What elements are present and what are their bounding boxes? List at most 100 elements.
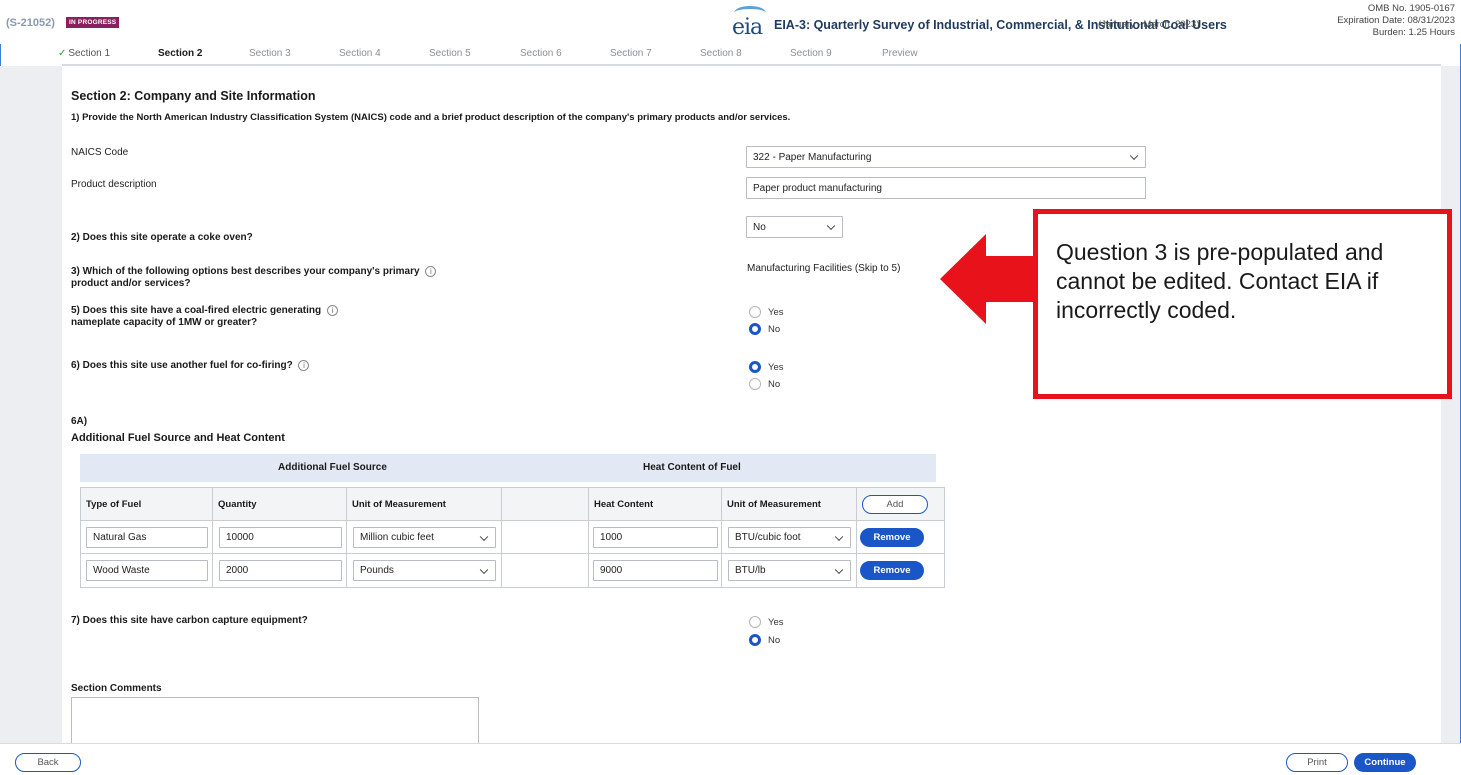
heat-unit-value: BTU/lb bbox=[735, 565, 766, 576]
question-1: 1) Provide the North American Industry C… bbox=[71, 112, 791, 123]
chevron-down-icon bbox=[826, 221, 836, 231]
info-icon[interactable]: i bbox=[326, 305, 338, 316]
radio-selected-icon bbox=[749, 361, 761, 373]
cell-quantity: 10000 bbox=[213, 521, 347, 554]
heat-content-input[interactable]: 1000 bbox=[593, 527, 718, 548]
section-comments-textarea[interactable] bbox=[71, 697, 479, 743]
question-6a-title: Additional Fuel Source and Heat Content bbox=[71, 432, 285, 444]
tab-section-4[interactable]: Section 4 bbox=[339, 48, 381, 59]
add-button[interactable]: Add bbox=[862, 495, 928, 514]
unit-value: Pounds bbox=[360, 565, 394, 576]
chevron-down-icon bbox=[1129, 151, 1139, 161]
cell-fuel: Natural Gas bbox=[81, 521, 213, 554]
remove-button[interactable]: Remove bbox=[860, 561, 924, 580]
heat-content-input[interactable]: 9000 bbox=[593, 560, 718, 581]
cell-quantity: 2000 bbox=[213, 554, 347, 587]
section-comments-label: Section Comments bbox=[71, 683, 162, 694]
table-header-row: Type of Fuel Quantity Unit of Measuremen… bbox=[81, 488, 944, 521]
eia-logo: eia bbox=[730, 6, 768, 42]
group-additional-fuel-source: Additional Fuel Source bbox=[278, 462, 387, 473]
question-3-value: Manufacturing Facilities (Skip to 5) bbox=[747, 263, 901, 274]
col-actions: Add bbox=[857, 488, 944, 521]
tab-section-2[interactable]: Section 2 bbox=[158, 48, 202, 59]
table-row: Wood Waste 2000 Pounds 9000 BTU/lb Remov… bbox=[81, 554, 944, 587]
section-title: Section 2: Company and Site Information bbox=[71, 89, 316, 103]
cell-empty bbox=[502, 521, 589, 554]
fuel-table: Type of Fuel Quantity Unit of Measuremen… bbox=[80, 487, 945, 588]
radio-icon bbox=[749, 306, 761, 318]
tab-section-5[interactable]: Section 5 bbox=[429, 48, 471, 59]
cell-heat: 9000 bbox=[589, 554, 722, 587]
cell-heat-unit: BTU/cubic foot bbox=[722, 521, 857, 554]
callout-arrow-icon bbox=[940, 234, 1036, 324]
q7-no-option[interactable]: No bbox=[749, 634, 780, 646]
col-quantity: Quantity bbox=[213, 488, 347, 521]
radio-selected-icon bbox=[749, 323, 761, 335]
group-heat-content: Heat Content of Fuel bbox=[643, 462, 741, 473]
quantity-input[interactable]: 2000 bbox=[219, 560, 342, 581]
unit-select[interactable]: Million cubic feet bbox=[353, 527, 496, 548]
heat-unit-select[interactable]: BTU/cubic foot bbox=[728, 527, 851, 548]
tab-section-1[interactable]: ✓ Section 1 bbox=[58, 48, 110, 59]
product-description-input[interactable]: Paper product manufacturing bbox=[746, 177, 1146, 199]
radio-icon bbox=[749, 378, 761, 390]
question-6a-label: 6A) bbox=[71, 416, 88, 427]
checkmark-icon: ✓ bbox=[58, 48, 67, 59]
form-period: (January - March, 2023) bbox=[1098, 19, 1200, 30]
quantity-input[interactable]: 10000 bbox=[219, 527, 342, 548]
col-empty bbox=[502, 488, 589, 521]
naics-select[interactable]: 322 - Paper Manufacturing bbox=[746, 146, 1146, 168]
chevron-down-icon bbox=[479, 565, 489, 574]
coke-oven-select[interactable]: No bbox=[746, 216, 843, 238]
col-heat-content: Heat Content bbox=[589, 488, 722, 521]
product-description-label: Product description bbox=[71, 179, 157, 190]
heat-unit-select[interactable]: BTU/lb bbox=[728, 560, 851, 581]
tab-section-6[interactable]: Section 6 bbox=[520, 48, 562, 59]
tab-section-7[interactable]: Section 7 bbox=[610, 48, 652, 59]
cell-actions: Remove bbox=[857, 521, 944, 554]
cell-heat: 1000 bbox=[589, 521, 722, 554]
chevron-down-icon bbox=[479, 532, 489, 541]
print-button[interactable]: Print bbox=[1286, 753, 1348, 772]
info-icon[interactable]: i bbox=[298, 360, 310, 371]
info-icon[interactable]: i bbox=[425, 266, 437, 277]
col-heat-unit-of-measurement: Unit of Measurement bbox=[722, 488, 857, 521]
chevron-down-icon bbox=[834, 532, 844, 541]
heat-unit-value: BTU/cubic foot bbox=[735, 532, 801, 543]
cell-unit: Million cubic feet bbox=[347, 521, 502, 554]
tab-section-8[interactable]: Section 8 bbox=[700, 48, 742, 59]
logo-text: eia bbox=[732, 15, 763, 40]
unit-select[interactable]: Pounds bbox=[353, 560, 496, 581]
q6-no-option[interactable]: No bbox=[749, 378, 780, 390]
omb-number: OMB No. 1905-0167 bbox=[1367, 3, 1455, 14]
annotation-callout: Question 3 is pre-populated and cannot b… bbox=[1033, 209, 1452, 399]
tab-section-9[interactable]: Section 9 bbox=[790, 48, 832, 59]
fuel-type-input[interactable]: Wood Waste bbox=[86, 560, 208, 581]
q7-yes-option[interactable]: Yes bbox=[749, 616, 784, 628]
radio-icon bbox=[749, 616, 761, 628]
remove-button[interactable]: Remove bbox=[860, 528, 924, 547]
omb-info: OMB No. 1905-0167 Expiration Date: 08/31… bbox=[1337, 3, 1455, 39]
continue-button[interactable]: Continue bbox=[1354, 753, 1416, 772]
q5-no-option[interactable]: No bbox=[749, 323, 780, 335]
q5-yes-option[interactable]: Yes bbox=[749, 306, 784, 318]
back-button[interactable]: Back bbox=[15, 753, 81, 772]
header: (S-21052) IN PROGRESS eia EIA-3: Quarter… bbox=[0, 0, 1461, 44]
question-2: 2) Does this site operate a coke oven? bbox=[71, 232, 253, 243]
expiration-date: Expiration Date: 08/31/2023 bbox=[1337, 15, 1455, 26]
fuel-type-input[interactable]: Natural Gas bbox=[86, 527, 208, 548]
tab-section-3[interactable]: Section 3 bbox=[249, 48, 291, 59]
q6-yes-option[interactable]: Yes bbox=[749, 361, 784, 373]
coke-oven-value: No bbox=[753, 221, 766, 233]
naics-value: 322 - Paper Manufacturing bbox=[753, 151, 872, 163]
burden: Burden: 1.25 Hours bbox=[1372, 27, 1455, 38]
table-row: Natural Gas 10000 Million cubic feet 100… bbox=[81, 521, 944, 554]
question-6: 6) Does this site use another fuel for c… bbox=[71, 360, 310, 372]
question-3: 3) Which of the following options best d… bbox=[71, 266, 437, 290]
section-tabs: ✓ Section 1 Section 2 Section 3 Section 4… bbox=[0, 44, 1461, 64]
question-7: 7) Does this site have carbon capture eq… bbox=[71, 615, 308, 626]
cell-fuel: Wood Waste bbox=[81, 554, 213, 587]
tab-preview[interactable]: Preview bbox=[882, 48, 918, 59]
cell-empty bbox=[502, 554, 589, 587]
cell-actions: Remove bbox=[857, 554, 944, 587]
